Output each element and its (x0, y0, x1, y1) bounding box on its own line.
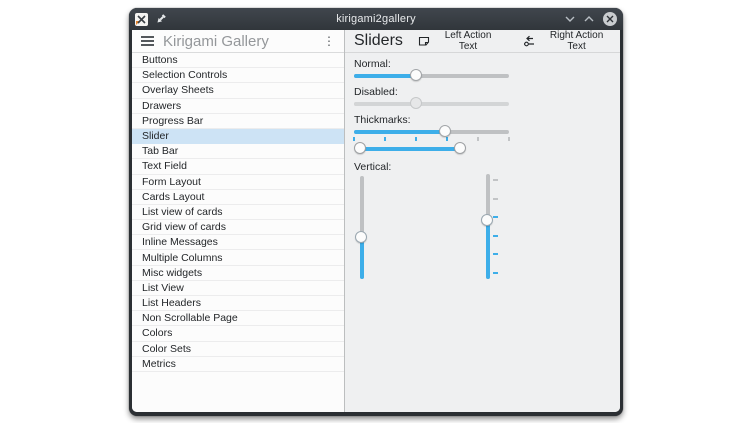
sidebar-title: Kirigami Gallery (163, 33, 314, 50)
tick-mark (353, 137, 355, 141)
menu-icon[interactable] (141, 36, 154, 46)
sidebar-item-colors[interactable]: Colors (132, 326, 344, 341)
page-title: Sliders (354, 32, 403, 50)
folder-icon (418, 35, 430, 47)
tick-mark (415, 137, 417, 141)
pin-icon[interactable] (155, 13, 167, 25)
sidebar-item-selection-controls[interactable]: Selection Controls (132, 68, 344, 83)
sidebar-item-text-field[interactable]: Text Field (132, 159, 344, 174)
tick-mark (493, 198, 498, 200)
vertical-slider-right[interactable] (481, 174, 495, 279)
sidebar-item-slider[interactable]: Slider (132, 129, 344, 144)
sidebar-item-overlay-sheets[interactable]: Overlay Sheets (132, 83, 344, 98)
slider-track (357, 147, 465, 151)
sidebar-item-inline-messages[interactable]: Inline Messages (132, 235, 344, 250)
sidebar-item-form-layout[interactable]: Form Layout (132, 175, 344, 190)
sidebar-header: Kirigami Gallery ⋮ (132, 30, 344, 53)
sidebar-item-list-headers[interactable]: List Headers (132, 296, 344, 311)
range-handle-high[interactable] (454, 142, 466, 154)
slider-fill (354, 74, 417, 78)
adjust-icon (523, 35, 535, 47)
tick-mark (493, 235, 498, 237)
sidebar-item-metrics[interactable]: Metrics (132, 357, 344, 372)
slider-handle[interactable] (410, 69, 422, 81)
tick-mark (493, 272, 498, 274)
left-action-label: Left Action Text (435, 30, 501, 52)
sidebar-item-non-scrollable-page[interactable]: Non Scrollable Page (132, 311, 344, 326)
tick-mark (508, 137, 510, 141)
tick-marks (354, 136, 509, 141)
tick-mark (477, 137, 479, 141)
vertical-label: Vertical: (354, 161, 391, 173)
sidebar-list: ButtonsSelection ControlsOverlay SheetsD… (132, 53, 344, 412)
sidebar-item-multiple-columns[interactable]: Multiple Columns (132, 250, 344, 265)
sidebar-item-list-view-of-cards[interactable]: List view of cards (132, 205, 344, 220)
right-action-button[interactable]: Right Action Text (516, 30, 620, 54)
range-slider[interactable] (354, 142, 468, 156)
window-title: kirigami2gallery (129, 13, 623, 25)
slider-fill (486, 219, 490, 279)
page-header: Sliders Left Action Text Right (345, 30, 620, 53)
slider-fill (354, 102, 417, 106)
slider-handle (410, 97, 422, 109)
chevron-up-icon[interactable] (584, 16, 594, 22)
tick-marks (492, 180, 498, 273)
overflow-menu-icon[interactable]: ⋮ (323, 35, 335, 47)
sidebar-item-drawers[interactable]: Drawers (132, 99, 344, 114)
vertical-slider-left[interactable] (355, 176, 369, 279)
slider-fill (354, 130, 446, 134)
thickmarks-slider[interactable] (354, 125, 509, 139)
disabled-slider (354, 97, 509, 111)
tick-mark (446, 137, 448, 141)
tick-mark (493, 179, 498, 181)
tick-mark (384, 137, 386, 141)
normal-slider[interactable] (354, 69, 509, 83)
slider-handle[interactable] (439, 125, 451, 137)
left-action-button[interactable]: Left Action Text (411, 30, 508, 54)
sliders-page: Normal: Disabled: Thickmarks: (345, 53, 620, 412)
sidebar-item-misc-widgets[interactable]: Misc widgets (132, 266, 344, 281)
sidebar-item-color-sets[interactable]: Color Sets (132, 342, 344, 357)
chevron-down-icon[interactable] (565, 16, 575, 22)
app-window: kirigami2gallery Kirigami (129, 8, 623, 416)
tick-mark (493, 216, 498, 218)
sidebar-item-buttons[interactable]: Buttons (132, 53, 344, 68)
sidebar-item-list-view[interactable]: List View (132, 281, 344, 296)
sidebar-item-cards-layout[interactable]: Cards Layout (132, 190, 344, 205)
right-action-label: Right Action Text (540, 30, 613, 52)
sidebar-item-grid-view-of-cards[interactable]: Grid view of cards (132, 220, 344, 235)
close-icon[interactable] (603, 12, 617, 26)
slider-handle[interactable] (355, 231, 367, 243)
titlebar[interactable]: kirigami2gallery (129, 8, 623, 30)
range-handle-low[interactable] (354, 142, 366, 154)
sidebar-item-progress-bar[interactable]: Progress Bar (132, 114, 344, 129)
sidebar-item-tab-bar[interactable]: Tab Bar (132, 144, 344, 159)
sidebar: Kirigami Gallery ⋮ ButtonsSelection Cont… (132, 30, 345, 412)
tick-mark (493, 253, 498, 255)
app-icon[interactable] (135, 13, 148, 26)
main-pane: Sliders Left Action Text Right (345, 30, 620, 412)
